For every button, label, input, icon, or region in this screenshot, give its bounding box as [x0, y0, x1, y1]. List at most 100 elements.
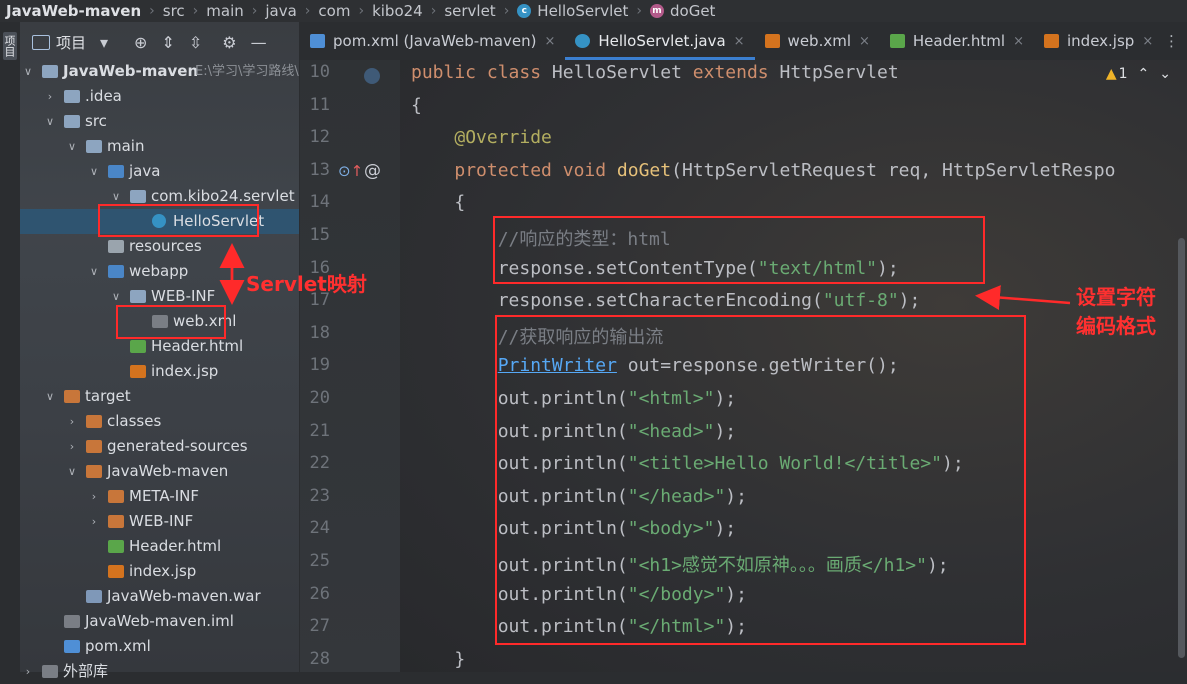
- chevron-right-icon[interactable]: ›: [66, 434, 78, 459]
- tree-item[interactable]: index.jsp: [20, 559, 299, 584]
- collapse-all-icon[interactable]: ⇳: [189, 33, 202, 52]
- code-line[interactable]: {: [411, 192, 465, 213]
- tree-item-label: classes: [107, 412, 162, 430]
- tree-item[interactable]: index.jsp: [20, 359, 299, 384]
- breadcrumb-separator: ›: [304, 3, 311, 19]
- code-token: (HttpServletRequest req, HttpServletResp…: [671, 159, 1116, 181]
- chevron-down-icon[interactable]: ∨: [88, 159, 100, 184]
- line-number: 26: [309, 583, 330, 604]
- tree-item-label: JavaWeb-maven.war: [107, 587, 261, 605]
- close-icon[interactable]: ×: [734, 34, 745, 49]
- code-line[interactable]: {: [411, 95, 422, 116]
- gear-icon[interactable]: ⚙: [222, 33, 236, 52]
- breadcrumb-item[interactable]: servlet: [438, 2, 501, 20]
- code-line[interactable]: }: [411, 649, 465, 670]
- code-line[interactable]: response.setCharacterEncoding("utf-8");: [411, 290, 921, 311]
- code-line[interactable]: public class HelloServlet extends HttpSe…: [411, 62, 899, 83]
- code-token: public: [411, 62, 487, 83]
- tree-item-label: META-INF: [129, 487, 200, 505]
- chevron-down-icon[interactable]: ▾: [100, 33, 108, 52]
- tree-item[interactable]: JavaWeb-maven.war: [20, 584, 299, 609]
- line-number: 13: [309, 159, 330, 180]
- project-panel-toolbar: 项目 ▾ ⊕ ⇕ ⇳ ⚙ —: [20, 22, 299, 62]
- chevron-right-icon[interactable]: ›: [44, 84, 56, 109]
- breadcrumb-item[interactable]: com: [312, 2, 356, 20]
- tree-item[interactable]: › generated-sources: [20, 434, 299, 459]
- chevron-down-icon[interactable]: ∨: [66, 134, 78, 159]
- close-icon[interactable]: ×: [1142, 34, 1153, 49]
- project-tool-button[interactable]: 项目: [3, 32, 17, 60]
- tree-item[interactable]: ∨ JavaWeb-maven E:\学习\学习路线\: [20, 59, 299, 84]
- locate-icon[interactable]: ⊕: [134, 33, 147, 52]
- breadcrumb-item[interactable]: src: [157, 2, 191, 20]
- tree-item-label: index.jsp: [151, 362, 219, 380]
- code-token: @Override: [454, 127, 552, 149]
- chevron-down-icon[interactable]: ∨: [88, 259, 100, 284]
- breadcrumb-item[interactable]: c HelloServlet: [511, 2, 634, 20]
- tree-item[interactable]: resources: [20, 234, 299, 259]
- breadcrumb-separator: ›: [251, 3, 258, 19]
- line-number: 27: [309, 616, 330, 637]
- tree-item[interactable]: Header.html: [20, 534, 299, 559]
- editor-tabs: pom.xml (JavaWeb-maven) × HelloServlet.jav…: [300, 22, 1187, 61]
- editor-tab[interactable]: Header.html ×: [880, 22, 1034, 60]
- tree-item[interactable]: ∨ target: [20, 384, 299, 409]
- tree-item[interactable]: › classes: [20, 409, 299, 434]
- class-icon: [575, 34, 591, 48]
- tree-item[interactable]: › .idea: [20, 84, 299, 109]
- tree-item[interactable]: › WEB-INF: [20, 509, 299, 534]
- editor-scrollbar[interactable]: [1178, 238, 1185, 658]
- breadcrumb-item[interactable]: JavaWeb-maven: [0, 2, 147, 20]
- breadcrumb-item[interactable]: m doGet: [644, 2, 721, 20]
- tree-item-label: JavaWeb-maven: [63, 62, 199, 80]
- code-token: void: [562, 159, 617, 181]
- editor-tab[interactable]: HelloServlet.java ×: [565, 22, 755, 60]
- chevron-down-icon[interactable]: ∨: [44, 384, 56, 409]
- breadcrumb-item[interactable]: kibo24: [366, 2, 429, 20]
- tree-item[interactable]: › META-INF: [20, 484, 299, 509]
- tree-item[interactable]: ∨ java: [20, 159, 299, 184]
- tree-item[interactable]: ∨ main: [20, 134, 299, 159]
- editor-tab[interactable]: web.xml ×: [755, 22, 880, 60]
- breadcrumb-item[interactable]: java: [259, 2, 302, 20]
- chevron-right-icon[interactable]: ›: [88, 509, 100, 534]
- tree-item-label: target: [85, 387, 131, 405]
- tree-item-label: .idea: [85, 87, 122, 105]
- tree-item-label: webapp: [129, 262, 189, 280]
- at-annotation-icon[interactable]: @: [364, 161, 381, 181]
- orange-folder-icon: [86, 415, 102, 428]
- chevron-right-icon[interactable]: ›: [66, 409, 78, 434]
- method-icon: m: [650, 4, 664, 18]
- more-tabs-icon[interactable]: ⋮: [1164, 32, 1179, 50]
- expand-all-icon[interactable]: ⇕: [161, 33, 174, 52]
- chevron-down-icon[interactable]: ∨: [44, 109, 56, 134]
- res-folder-icon: [108, 240, 124, 253]
- line-number: 22: [309, 453, 330, 474]
- code-line[interactable]: @Override: [411, 127, 552, 148]
- tree-item[interactable]: JavaWeb-maven.iml: [20, 609, 299, 634]
- editor-tab[interactable]: pom.xml (JavaWeb-maven) ×: [300, 22, 565, 60]
- breadcrumb-item[interactable]: main: [200, 2, 249, 20]
- project-panel-title[interactable]: 项目: [56, 32, 86, 53]
- minimize-icon[interactable]: —: [251, 33, 267, 52]
- next-highlight-icon[interactable]: ⌄: [1159, 66, 1171, 82]
- previous-highlight-icon[interactable]: ⌃: [1138, 66, 1150, 82]
- inspection-widget[interactable]: ▲ 1 ⌃ ⌄: [1106, 66, 1171, 82]
- chevron-down-icon[interactable]: ∨: [66, 459, 78, 484]
- servlet-run-icon[interactable]: [364, 68, 380, 84]
- close-icon[interactable]: ×: [544, 34, 555, 49]
- override-method-icon[interactable]: ⊙↑: [338, 162, 363, 180]
- close-icon[interactable]: ×: [859, 34, 870, 49]
- tree-item[interactable]: ∨ src: [20, 109, 299, 134]
- chevron-right-icon[interactable]: ›: [88, 484, 100, 509]
- close-icon[interactable]: ×: [1013, 34, 1024, 49]
- code-line[interactable]: protected void doGet(HttpServletRequest …: [411, 160, 1115, 181]
- tree-item[interactable]: ∨ JavaWeb-maven: [20, 459, 299, 484]
- tree-item[interactable]: pom.xml: [20, 634, 299, 659]
- jsp-icon: [108, 565, 124, 578]
- editor-tab[interactable]: index.jsp ×: [1034, 22, 1163, 60]
- breadcrumb-label: main: [206, 2, 244, 20]
- chevron-down-icon[interactable]: ∨: [22, 59, 34, 84]
